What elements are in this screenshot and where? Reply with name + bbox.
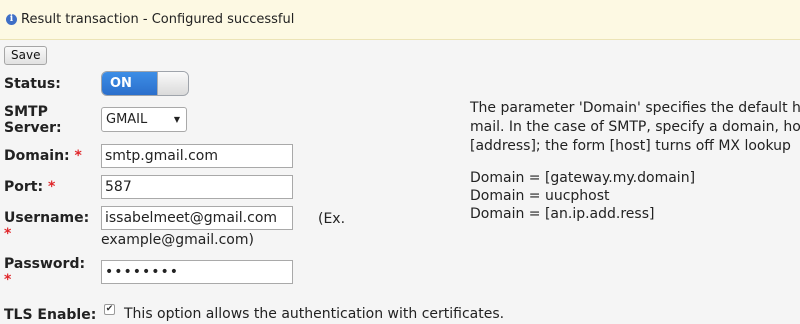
password-label-text: Password: (4, 256, 86, 272)
smtp-server-select[interactable]: GMAIL ▼ (101, 107, 187, 132)
username-input[interactable]: issabelmeet@gmail.com (101, 206, 293, 230)
tls-enable-description: This option allows the authentication wi… (124, 306, 505, 322)
help-line: [address]; the form [host] turns off MX … (470, 138, 791, 154)
password-input[interactable]: •••••••• (101, 260, 293, 284)
smtp-server-label: SMTP Server: (4, 104, 62, 136)
smtp-server-label-line1: SMTP (4, 104, 48, 120)
status-toggle[interactable]: ON (101, 71, 189, 96)
checkmark-icon: ✔ (105, 304, 114, 314)
username-label-text: Username: (4, 210, 90, 226)
help-spacer (470, 156, 800, 169)
domain-help-panel: The parameter 'Domain' specifies the def… (470, 99, 800, 223)
tls-enable-label: TLS Enable: (4, 307, 97, 323)
save-button[interactable]: Save (4, 46, 48, 65)
domain-label-text: Domain: (4, 148, 70, 164)
username-hint-example: example@gmail.com) (101, 232, 254, 248)
username-label: Username: * (4, 210, 89, 242)
help-example: Domain = [an.ip.add.ress] (470, 206, 655, 222)
required-asterisk: * (47, 179, 56, 195)
password-label: Password: * (4, 256, 85, 288)
required-asterisk: * (74, 148, 82, 164)
domain-input[interactable]: smtp.gmail.com (101, 144, 293, 168)
help-line: mail. In the case of SMTP, specify a dom… (470, 119, 800, 135)
smtp-server-selected: GMAIL (106, 112, 148, 127)
help-line: The parameter 'Domain' specifies the def… (470, 100, 800, 116)
tls-enable-checkbox[interactable]: ✔ (104, 304, 115, 315)
status-label: Status: (4, 76, 61, 92)
port-input[interactable]: 587 (101, 175, 293, 199)
help-example: Domain = uucphost (470, 188, 610, 204)
result-notice: i Result transaction - Configured succes… (0, 0, 800, 40)
help-example: Domain = [gateway.my.domain] (470, 170, 696, 186)
notice-text: Result transaction - Configured successf… (21, 12, 295, 27)
domain-label: Domain: * (4, 148, 82, 164)
port-label: Port: * (4, 179, 55, 195)
info-icon: i (6, 14, 17, 25)
smtp-server-label-line2: Server: (4, 120, 62, 136)
required-asterisk: * (4, 272, 12, 288)
dropdown-arrow-icon: ▼ (173, 115, 180, 124)
username-hint-prefix: (Ex. (318, 211, 346, 227)
port-label-text: Port: (4, 179, 44, 195)
required-asterisk: * (4, 226, 12, 242)
toggle-knob (157, 72, 188, 95)
status-toggle-on-label: ON (102, 72, 157, 95)
